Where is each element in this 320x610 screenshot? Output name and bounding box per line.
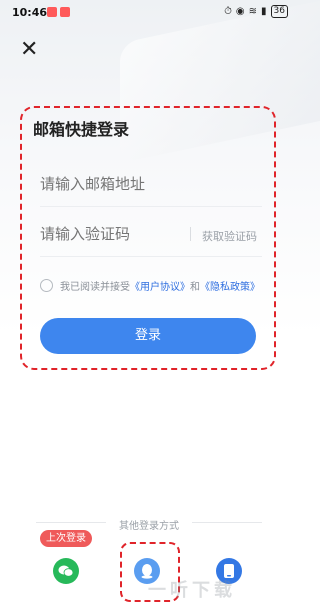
status-time: 10:46 <box>12 6 48 19</box>
notification-icon <box>47 7 57 17</box>
page-title: 邮箱快捷登录 <box>33 120 130 139</box>
agreement-row: 我已阅读并接受 《用户协议》 和 《隐私政策》 <box>40 278 260 293</box>
eye-icon: ◉ <box>235 6 245 17</box>
watermark: 一听下载 <box>148 576 236 602</box>
wechat-icon <box>58 565 74 577</box>
agreement-and: 和 <box>190 282 200 293</box>
signal-icon: ▮ <box>261 6 267 17</box>
verification-code-input[interactable] <box>40 225 180 243</box>
divider <box>40 256 262 257</box>
agree-checkbox[interactable] <box>40 279 53 292</box>
user-agreement-link[interactable]: 《用户协议》 <box>130 278 190 293</box>
wechat-login-button[interactable] <box>53 558 79 584</box>
privacy-policy-link[interactable]: 《隐私政策》 <box>200 278 260 293</box>
battery-icon: 36 <box>270 5 288 18</box>
last-login-badge: 上次登录 <box>40 530 92 547</box>
status-icons: ⏱ ◉ ≋ ▮ 36 <box>224 5 288 18</box>
email-input[interactable] <box>40 175 260 193</box>
other-login-label: 其他登录方式 <box>119 521 179 532</box>
divider <box>190 227 191 241</box>
wifi-icon: ≋ <box>248 6 258 17</box>
get-code-button[interactable]: 获取验证码 <box>202 228 257 244</box>
close-icon[interactable]: ✕ <box>20 39 42 61</box>
watermark-text: 一听下载 <box>148 580 236 601</box>
divider <box>192 522 262 523</box>
alarm-icon: ⏱ <box>224 6 232 17</box>
login-button[interactable]: 登录 <box>40 318 256 354</box>
status-bar: 10:46 ⏱ ◉ ≋ ▮ 36 <box>0 0 300 24</box>
divider <box>40 206 262 207</box>
agreement-prefix: 我已阅读并接受 <box>60 282 130 293</box>
notification-icon <box>60 7 70 17</box>
divider <box>36 522 106 523</box>
